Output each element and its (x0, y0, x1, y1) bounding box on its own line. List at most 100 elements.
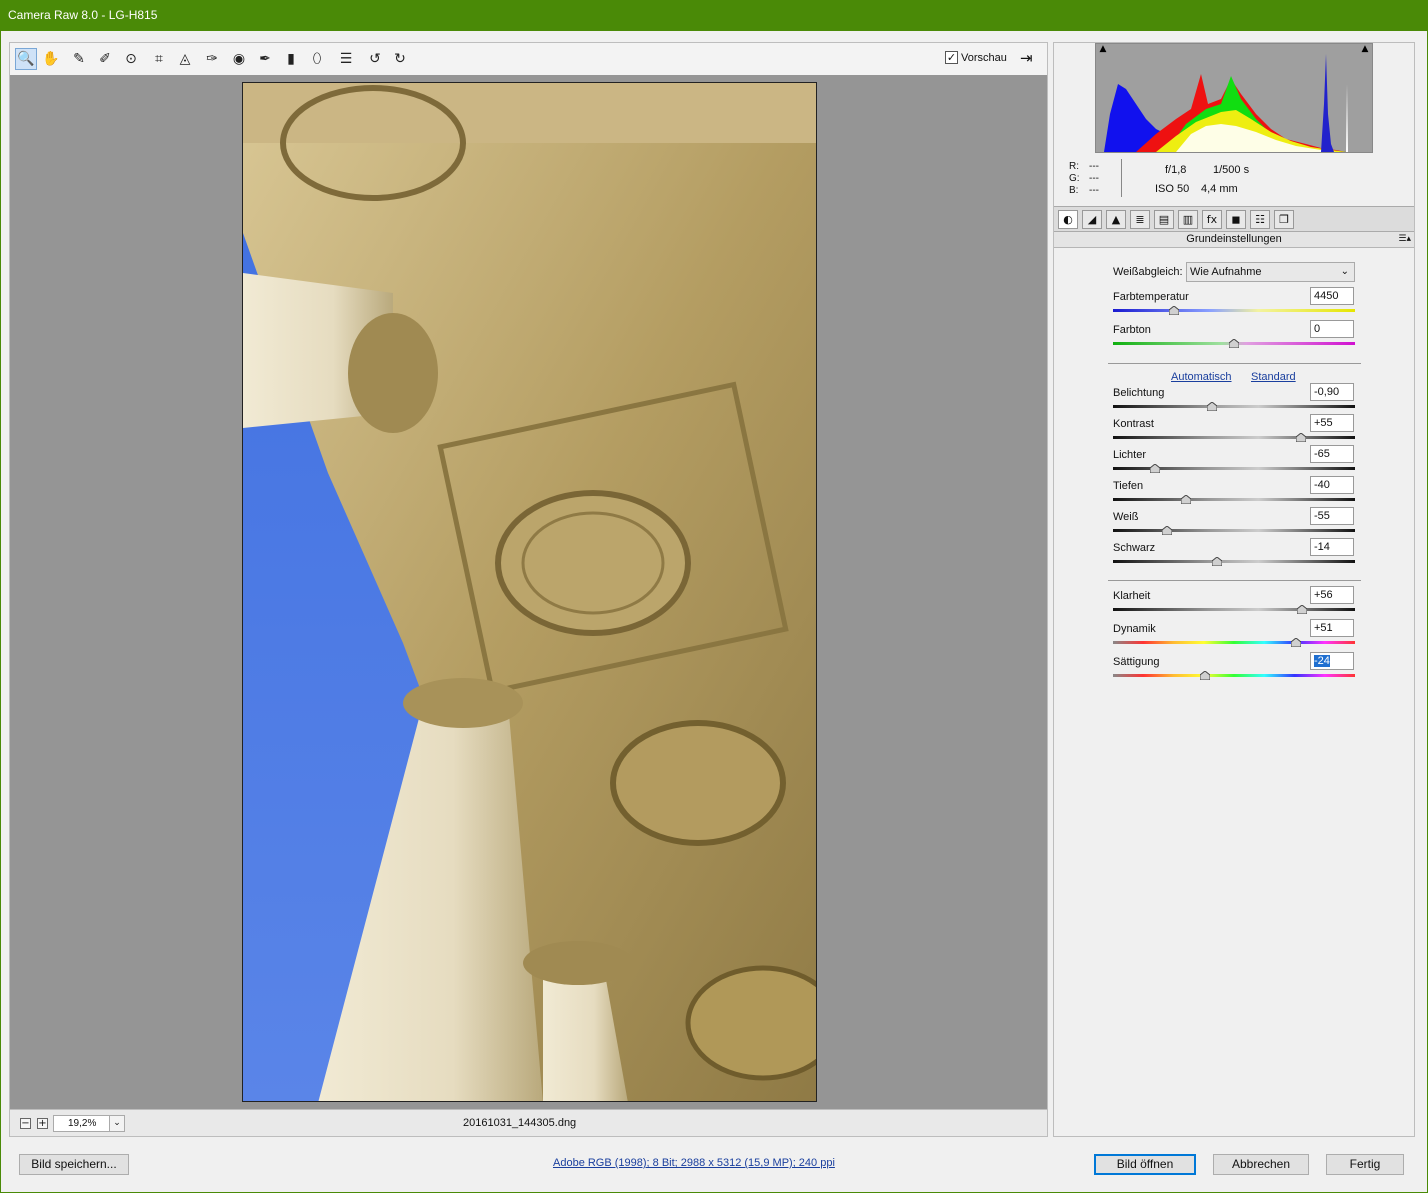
crop-tool-icon[interactable]: ⌗ (148, 48, 170, 70)
exposure-label: Belichtung (1113, 387, 1165, 399)
window-title-bar: Camera Raw 8.0 - LG-H815 (0, 0, 1428, 31)
default-link[interactable]: Standard (1251, 371, 1296, 383)
auto-link[interactable]: Automatisch (1171, 371, 1232, 383)
blacks-value-field[interactable]: -14 (1310, 538, 1354, 556)
vibrance-slider-thumb[interactable] (1290, 638, 1301, 647)
workflow-options-link[interactable]: Adobe RGB (1998); 8 Bit; 2988 x 5312 (15… (553, 1157, 835, 1169)
clarity-value-field[interactable]: +56 (1310, 586, 1354, 604)
vibrance-label: Dynamik (1113, 623, 1156, 635)
temp-value-field[interactable]: 4450 (1310, 287, 1354, 305)
tint-slider-thumb[interactable] (1229, 339, 1239, 348)
detail-tab-icon[interactable]: ▲ (1106, 210, 1126, 229)
lens-corrections-tab-icon[interactable]: ▥ (1178, 210, 1198, 229)
whites-value-field[interactable]: -55 (1310, 507, 1354, 525)
exif-iso: ISO 50 (1155, 183, 1190, 195)
shadow-clipping-icon[interactable]: ▲ (1096, 43, 1110, 55)
target-adjustment-tool-icon[interactable]: ⊙ (120, 48, 142, 70)
file-name: 20161031_144305.dng (463, 1117, 577, 1129)
highlights-slider-thumb[interactable] (1150, 464, 1161, 473)
blacks-slider-thumb[interactable] (1212, 557, 1223, 566)
preferences-tool-icon[interactable]: ☰ (335, 48, 357, 70)
white-balance-label: Weißabgleich: (1113, 266, 1183, 278)
blacks-slider-track[interactable] (1113, 560, 1355, 563)
exposure-value: -0,90 (1314, 386, 1340, 398)
b-label: B: (1069, 185, 1079, 196)
highlights-slider-track[interactable] (1113, 467, 1355, 470)
contrast-slider-track[interactable] (1113, 436, 1355, 439)
vibrance-value: +51 (1314, 622, 1333, 634)
shadows-value-field[interactable]: -40 (1310, 476, 1354, 494)
histogram (1095, 43, 1373, 153)
fullscreen-toggle-icon[interactable]: ⇥ (1020, 49, 1040, 69)
contrast-value-field[interactable]: +55 (1310, 414, 1354, 432)
shadows-slider-track[interactable] (1113, 498, 1355, 501)
temp-slider-track[interactable] (1113, 309, 1355, 312)
whites-slider-track[interactable] (1113, 529, 1355, 532)
clarity-slider-thumb[interactable] (1296, 605, 1307, 614)
clarity-slider-track[interactable] (1113, 608, 1355, 611)
saturation-slider-track[interactable] (1113, 674, 1355, 677)
preview-toggle[interactable]: ✓ Vorschau (945, 51, 1007, 64)
done-button[interactable]: Fertig (1326, 1154, 1404, 1175)
histogram-graph (1096, 44, 1372, 152)
presets-tab-icon[interactable]: ☷ (1250, 210, 1270, 229)
hsl-tab-icon[interactable]: ≣ (1130, 210, 1150, 229)
section-divider (1108, 363, 1361, 364)
zoom-dropdown-icon[interactable]: ⌄ (109, 1115, 125, 1132)
white-balance-tool-icon[interactable]: ✎ (68, 48, 90, 70)
clarity-label: Klarheit (1113, 590, 1151, 602)
shadows-slider-thumb[interactable] (1180, 495, 1191, 504)
camera-calibration-tab-icon[interactable]: ◼ (1226, 210, 1246, 229)
zoom-in-button[interactable]: + (37, 1118, 48, 1129)
r-value: --- (1089, 161, 1099, 172)
effects-tab-icon[interactable]: fx (1202, 210, 1222, 229)
saturation-slider-thumb[interactable] (1199, 671, 1210, 680)
highlights-value-field[interactable]: -65 (1310, 445, 1354, 463)
color-sampler-tool-icon[interactable]: ✐ (94, 48, 116, 70)
exposure-value-field[interactable]: -0,90 (1310, 383, 1354, 401)
panel-menu-icon[interactable]: ☰▴ (1398, 232, 1411, 247)
zoom-out-button[interactable]: − (20, 1118, 31, 1129)
rotate-cw-tool-icon[interactable]: ↻ (389, 48, 411, 70)
zoom-tool-icon[interactable]: 🔍 (15, 48, 37, 70)
exposure-slider-thumb[interactable] (1207, 402, 1218, 411)
radial-filter-tool-icon[interactable]: ⬯ (306, 48, 328, 70)
save-image-button[interactable]: Bild speichern... (19, 1154, 129, 1175)
tint-label: Farbton (1113, 324, 1151, 336)
whites-slider-thumb[interactable] (1162, 526, 1173, 535)
split-toning-tab-icon[interactable]: ▤ (1154, 210, 1174, 229)
white-balance-select[interactable]: Wie Aufnahme ⌄ (1186, 262, 1355, 282)
temp-value: 4450 (1314, 290, 1339, 302)
white-balance-value: Wie Aufnahme (1190, 266, 1262, 278)
open-image-button[interactable]: Bild öffnen (1094, 1154, 1196, 1175)
g-value: --- (1089, 173, 1099, 184)
adjustments-panel: ▲ ▲ R: --- G: --- B: --- f/1,8 1/500 s ISO … (1053, 42, 1415, 1137)
straighten-tool-icon[interactable]: ◬ (174, 48, 196, 70)
hand-tool-icon[interactable]: ✋ (40, 48, 62, 70)
tint-value-field[interactable]: 0 (1310, 320, 1354, 338)
adjustment-brush-tool-icon[interactable]: ✒ (254, 48, 276, 70)
photo-preview[interactable] (242, 82, 817, 1102)
image-canvas[interactable] (9, 75, 1048, 1109)
red-eye-tool-icon[interactable]: ◉ (228, 48, 250, 70)
readout-divider (1121, 159, 1122, 197)
vibrance-slider-track[interactable] (1113, 641, 1355, 644)
cancel-button[interactable]: Abbrechen (1213, 1154, 1309, 1175)
preview-checkbox[interactable]: ✓ (945, 51, 958, 64)
rotate-ccw-tool-icon[interactable]: ↺ (364, 48, 386, 70)
spot-removal-tool-icon[interactable]: ✑ (201, 48, 223, 70)
temp-label: Farbtemperatur (1113, 291, 1189, 303)
exposure-slider-track[interactable] (1113, 405, 1355, 408)
tint-value: 0 (1314, 323, 1321, 335)
panel-title: Grundeinstellungen (1186, 233, 1282, 245)
basic-tab-icon[interactable]: ◐ (1058, 210, 1078, 229)
blacks-label: Schwarz (1113, 542, 1156, 554)
contrast-slider-thumb[interactable] (1295, 433, 1306, 442)
saturation-value-field[interactable]: -24 (1310, 652, 1354, 670)
snapshots-tab-icon[interactable]: ❐ (1274, 210, 1294, 229)
tone-curve-tab-icon[interactable]: ◢ (1082, 210, 1102, 229)
graduated-filter-tool-icon[interactable]: ▮ (280, 48, 302, 70)
highlight-clipping-icon[interactable]: ▲ (1358, 43, 1372, 55)
vibrance-value-field[interactable]: +51 (1310, 619, 1354, 637)
temp-slider-thumb[interactable] (1168, 306, 1179, 315)
